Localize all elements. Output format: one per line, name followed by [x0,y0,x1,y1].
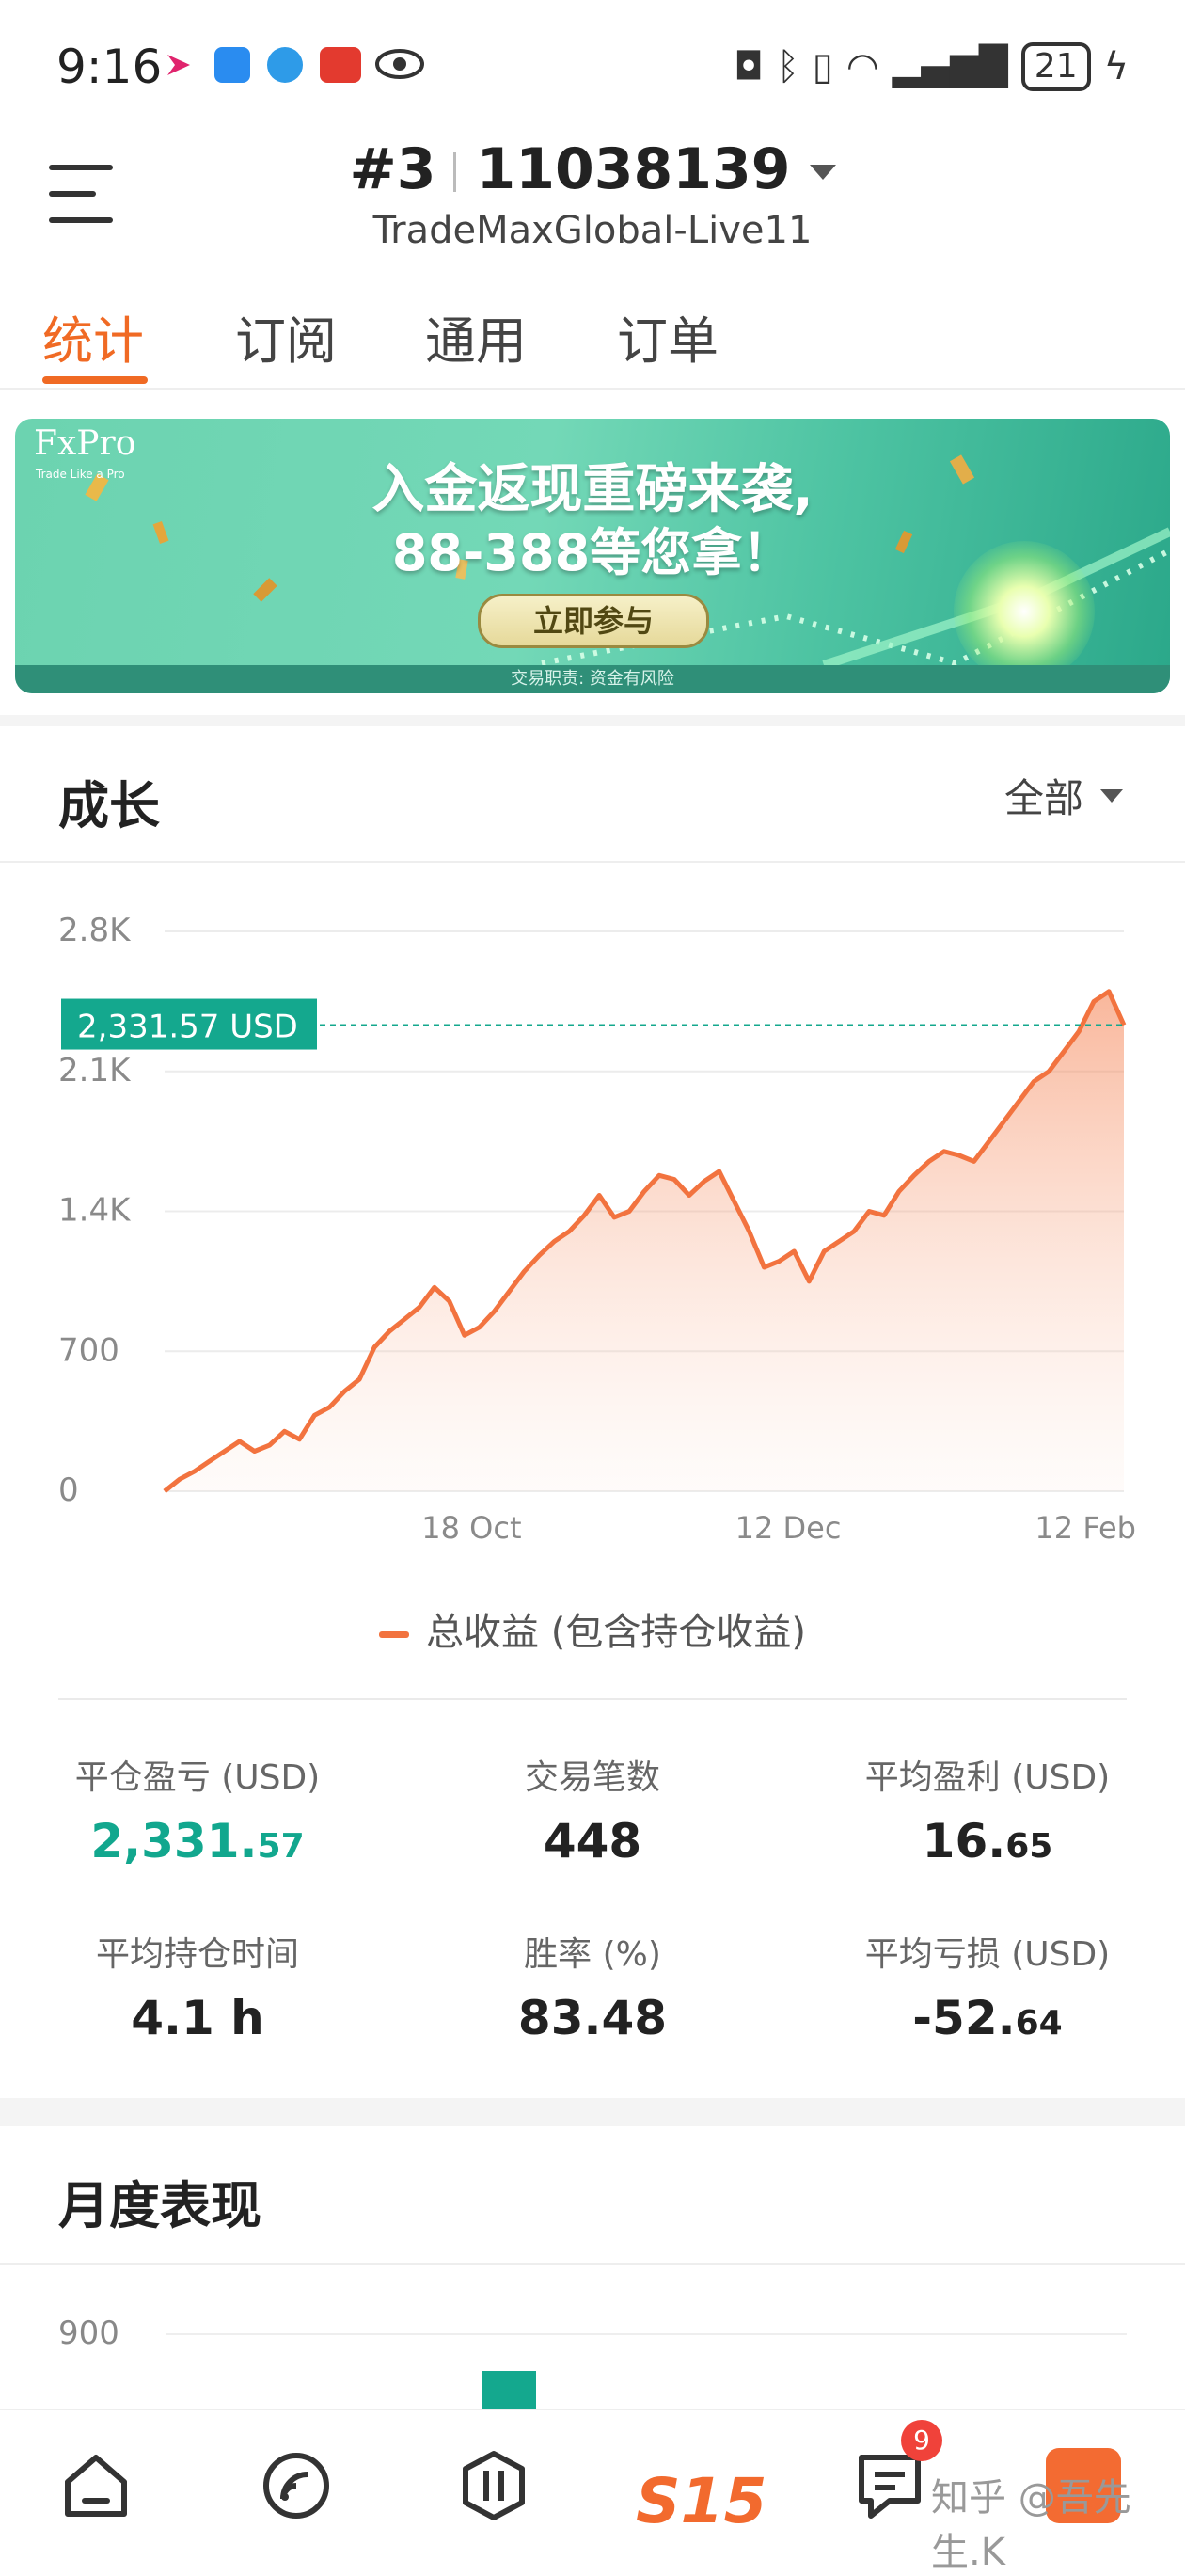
stat-value: 83.48 [414,1991,771,2045]
growth-chart: 2.8K 2.1K 1.4K 700 0 18 Oct 12 Dec 12 Feb 2,331.… [58,912,1136,1546]
status-bar: 9:16 ◘ ᛒ ▯ ◠ ▂▄▆█ 21 ϟ [0,0,1185,132]
y-tick-label: 0 [58,1471,79,1509]
stat-value-int: 83.48 [517,1991,668,2045]
account-id: 11038139 [476,136,791,202]
current-value-label: 2,331.57 USD [77,1009,298,1046]
wifi-icon: ◠ [845,45,879,88]
vibrate-icon: ▯ [812,45,833,88]
eye-icon [374,45,425,87]
stat-label: 交易笔数 [524,1758,660,1797]
stat-value-int: 448 [543,1814,642,1868]
stat-value-int: 16. [922,1814,1006,1868]
y-tick-label: 1.4K [58,1192,132,1230]
join-now-button[interactable]: 立即参与 [478,594,709,648]
stat-value: 4.1 h [19,1991,376,2045]
y-tick-label: 700 [58,1331,119,1369]
stat-label: 平均亏损 (USD) [864,1935,1111,1974]
stat-value-dec: 64 [1015,2004,1063,2043]
caret-down-icon [809,165,836,181]
x-tick-label: 12 Feb [1035,1510,1136,1546]
tab-general[interactable]: 通用 [425,299,527,374]
notification-badge: 9 [901,2420,942,2461]
stat-value-int: 2,331. [90,1814,258,1868]
chart-legend[interactable]: 总收益 (包含持仓收益) [0,1601,1185,1656]
s15-logo[interactable]: S15 [636,2465,766,2537]
area-fill [165,991,1124,1491]
charging-icon: ϟ [1103,45,1129,88]
y-tick-label: 2.1K [58,1052,132,1089]
status-time: 9:16 [56,40,163,94]
tab-orders[interactable]: 订单 [617,299,719,374]
range-label: 全部 [1003,775,1083,821]
monthly-y-tick: 900 [58,2314,119,2352]
promo-banner[interactable]: FxPro Trade Like a Pro 入金返现重磅来袭, 88-388等… [15,419,1170,693]
browser-icon [267,47,303,83]
tab-active-indicator [42,376,148,384]
app-icon [162,47,198,83]
stat-value: 16.65 [809,1814,1166,1868]
stat-value-dec: 65 [1005,1827,1053,1866]
x-tick-label: 12 Dec [735,1510,842,1546]
stat-label: 平仓盈亏 (USD) [74,1758,321,1797]
bluetooth-icon: ᛒ [776,45,799,88]
tab-subscribe[interactable]: 订阅 [235,299,337,374]
nfc-icon: ◘ [734,45,764,88]
watermark: 知乎 @吾先生.K [931,2476,1131,2574]
battery-indicator: 21 [1020,42,1091,91]
stat-value-int: -52. [912,1991,1016,2045]
stat-value: 2,331.57 [19,1814,376,1868]
legend-swatch [379,1630,410,1638]
home-icon[interactable] [58,2448,134,2523]
monthly-title: 月度表现 [58,2176,261,2235]
caret-down-icon [1100,788,1123,803]
stat-value-int: 4.1 h [131,1991,264,2045]
server-name: TradeMaxGlobal-Live11 [372,209,813,252]
risk-disclaimer: 交易职责: 资金有风险 [15,665,1170,693]
x-tick-label: 18 Oct [421,1510,521,1546]
tab-statistics[interactable]: 统计 [42,299,144,374]
growth-title: 成长 [58,776,160,835]
stat-value-dec: 57 [257,1827,305,1866]
news-icon [320,47,361,83]
range-dropdown[interactable]: 全部 [1004,767,1123,824]
account-number: #3 [349,136,436,202]
account-selector[interactable]: #3 11038139 [0,136,1185,202]
tab-bar: 统计 订阅 通用 订单 [0,282,1185,390]
signal-feed-icon[interactable] [259,2448,334,2523]
monthly-bar[interactable] [482,2371,536,2409]
banner-headline-2: 88-388等您拿！ [391,523,794,582]
stat-label: 胜率 (%) [524,1935,661,1974]
stat-value: 448 [414,1814,771,1868]
stat-label: 平均持仓时间 [95,1935,299,1974]
stat-value: -52.64 [809,1991,1166,2045]
chat-icon [214,47,250,83]
trade-icon[interactable] [456,2448,531,2523]
stat-label: 平均盈利 (USD) [864,1758,1111,1797]
y-tick-label: 2.8K [58,912,132,949]
signal-icon: ▂▄▆█ [892,45,1008,88]
legend-label: 总收益 (包含持仓收益) [426,1611,806,1654]
